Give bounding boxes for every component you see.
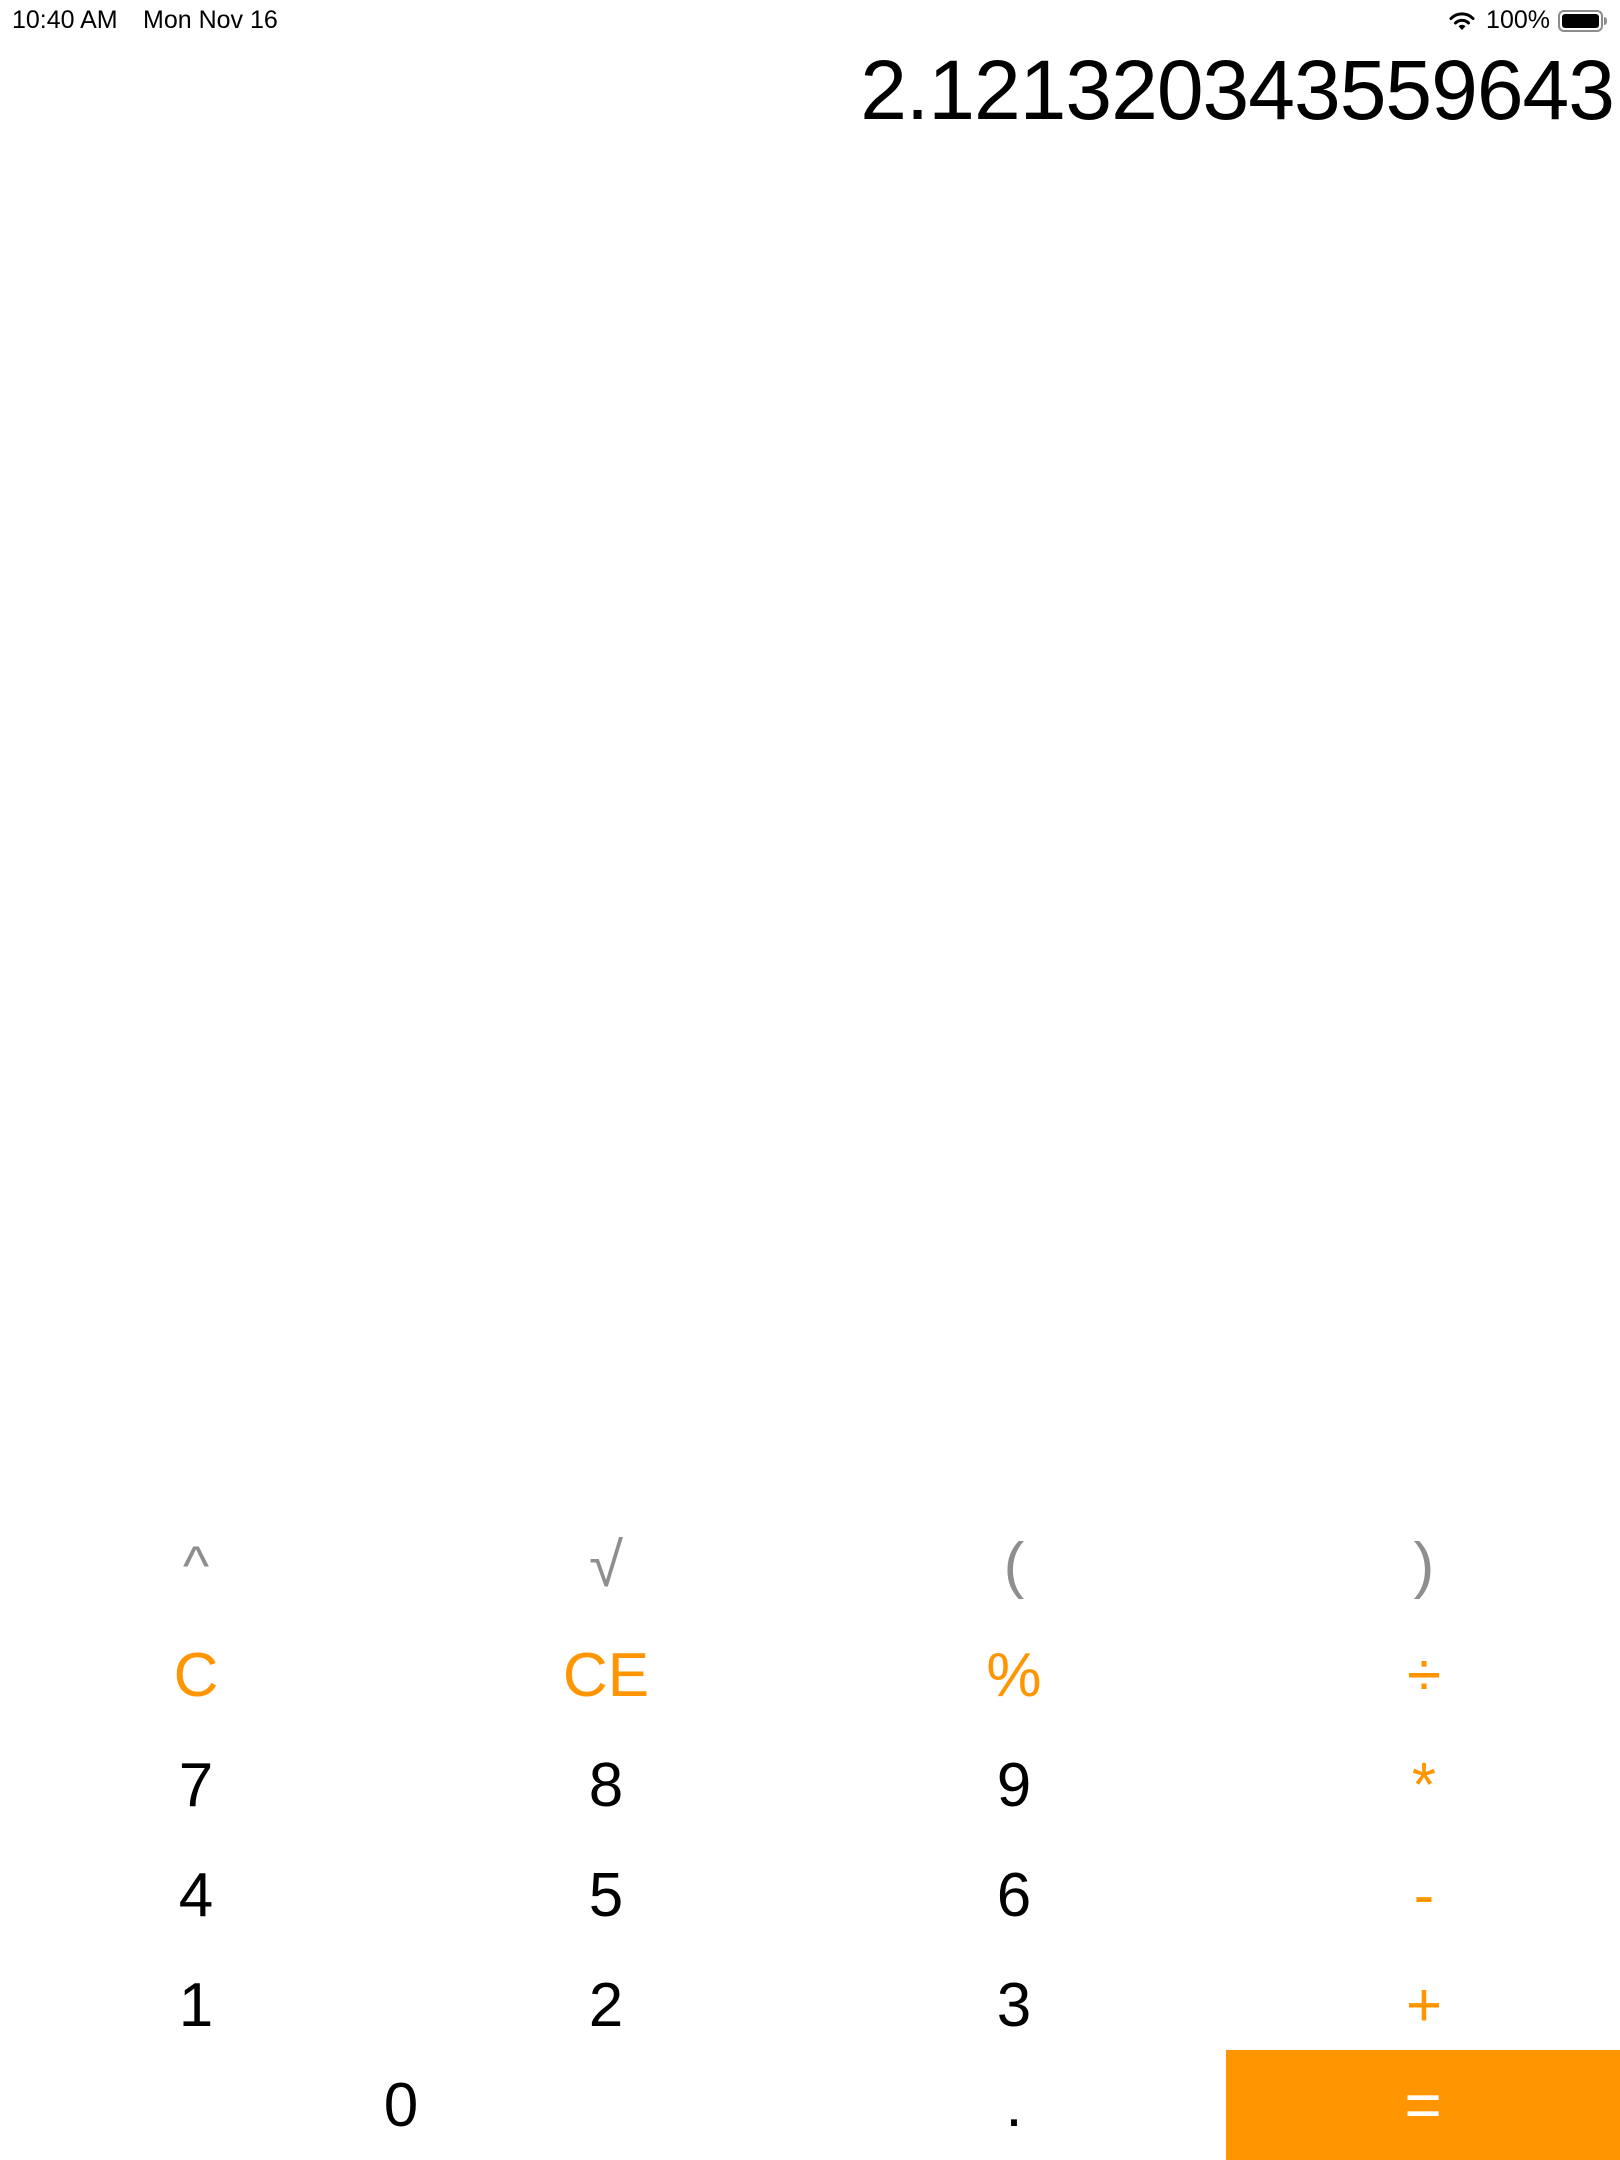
multiply-button[interactable]: *: [1228, 1730, 1620, 1840]
digit-6-button[interactable]: 6: [818, 1840, 1210, 1950]
divide-button[interactable]: ÷: [1228, 1620, 1620, 1730]
decimal-button[interactable]: .: [818, 2050, 1210, 2160]
digit-9-button[interactable]: 9: [818, 1730, 1210, 1840]
clear-button[interactable]: C: [0, 1620, 392, 1730]
digit-5-button[interactable]: 5: [410, 1840, 802, 1950]
digit-0-button[interactable]: 0: [0, 2050, 802, 2160]
status-date: Mon Nov 16: [143, 6, 278, 34]
percent-button[interactable]: %: [818, 1620, 1210, 1730]
status-indicators: 100%: [1446, 6, 1608, 35]
status-bar: 10:40 AM Mon Nov 16 100%: [0, 0, 1620, 40]
square-root-button[interactable]: √: [410, 1510, 802, 1620]
digit-1-button[interactable]: 1: [0, 1950, 392, 2060]
keypad: ^ √ ( ) C CE % ÷ 7 8 9 * 4 5 6 - 1 2 3 +…: [0, 1510, 1620, 2160]
power-button[interactable]: ^: [0, 1510, 392, 1620]
subtract-button[interactable]: -: [1228, 1840, 1620, 1950]
digit-4-button[interactable]: 4: [0, 1840, 392, 1950]
clear-entry-button[interactable]: CE: [410, 1620, 802, 1730]
equals-button[interactable]: =: [1226, 2050, 1620, 2160]
battery-percent: 100%: [1486, 6, 1550, 34]
close-paren-button[interactable]: ): [1228, 1510, 1620, 1620]
digit-2-button[interactable]: 2: [410, 1950, 802, 2060]
calculator-display: 2.121320343559643: [860, 43, 1615, 137]
battery-icon: [1558, 9, 1608, 33]
digit-8-button[interactable]: 8: [410, 1730, 802, 1840]
status-time: 10:40 AM: [12, 6, 118, 34]
wifi-icon: [1446, 9, 1478, 33]
add-button[interactable]: +: [1228, 1950, 1620, 2060]
digit-3-button[interactable]: 3: [818, 1950, 1210, 2060]
digit-7-button[interactable]: 7: [0, 1730, 392, 1840]
open-paren-button[interactable]: (: [818, 1510, 1210, 1620]
